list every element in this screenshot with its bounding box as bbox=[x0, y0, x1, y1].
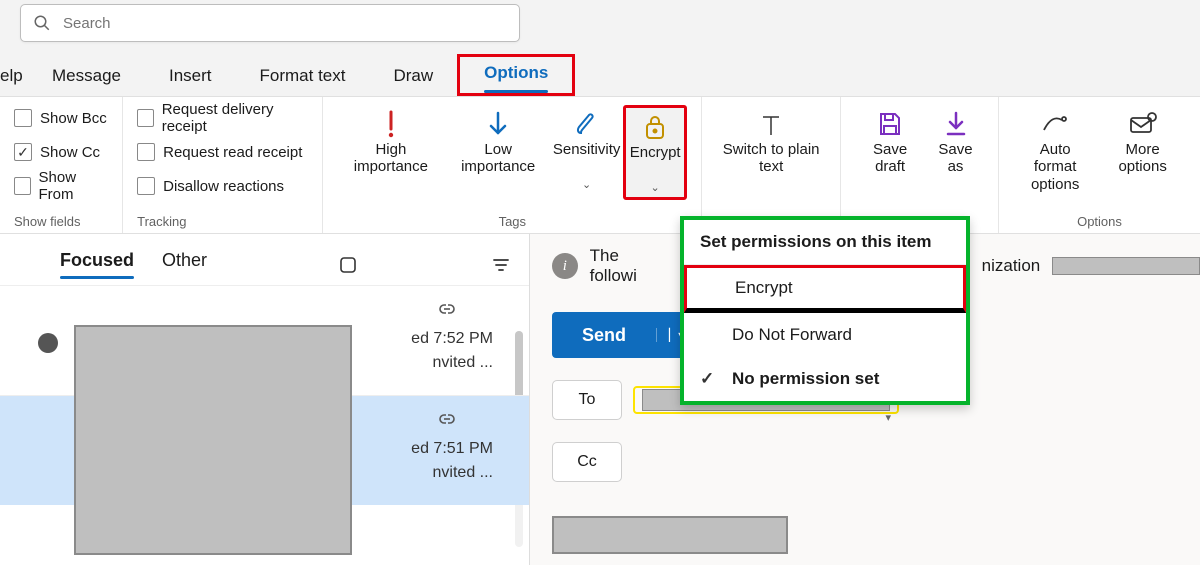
label: High importance bbox=[341, 141, 440, 177]
search-icon bbox=[33, 14, 51, 32]
label: Request read receipt bbox=[163, 144, 302, 161]
read-receipt-checkbox[interactable]: Request read receipt bbox=[137, 139, 308, 165]
switch-plain-text-button[interactable]: Switch to plain text bbox=[716, 105, 826, 179]
link-icon bbox=[437, 412, 457, 426]
message-list-pane: Focused Other ed 7:52 PM nvited ... ed 7… bbox=[0, 234, 530, 565]
autoformat-icon bbox=[1040, 107, 1070, 141]
info-text: The followi bbox=[590, 246, 670, 286]
label: Save draft bbox=[859, 141, 921, 177]
label: No permission set bbox=[732, 369, 879, 388]
message-preview: nvited ... bbox=[433, 354, 493, 372]
send-button[interactable]: Send ▏▾ bbox=[552, 312, 696, 358]
arrow-down-icon bbox=[486, 107, 510, 141]
sensitivity-button[interactable]: Sensitivity ⌄ bbox=[552, 105, 621, 194]
filter-icon[interactable] bbox=[489, 253, 513, 277]
link-icon bbox=[437, 302, 457, 316]
tab-insert[interactable]: Insert bbox=[145, 60, 236, 96]
label: Save as bbox=[931, 141, 980, 177]
save-draft-button[interactable]: Save draft bbox=[855, 105, 925, 179]
cc-button[interactable]: Cc bbox=[552, 442, 622, 482]
download-icon bbox=[944, 107, 968, 141]
redacted-area bbox=[1052, 257, 1200, 275]
high-importance-button[interactable]: High importance bbox=[337, 105, 444, 179]
lock-icon bbox=[641, 110, 669, 144]
to-button[interactable]: To bbox=[552, 380, 622, 420]
dropdown-item-encrypt[interactable]: Encrypt bbox=[684, 265, 966, 313]
disallow-reactions-checkbox[interactable]: Disallow reactions bbox=[137, 173, 308, 199]
delivery-receipt-checkbox[interactable]: Request delivery receipt bbox=[137, 105, 308, 131]
label: Encrypt bbox=[630, 144, 681, 180]
auto-format-options-button[interactable]: Auto format options bbox=[1013, 105, 1097, 195]
group-label-options: Options bbox=[1077, 212, 1122, 229]
mail-gear-icon bbox=[1128, 107, 1158, 141]
tab-format-text[interactable]: Format text bbox=[236, 60, 370, 96]
info-text-tail: nization bbox=[982, 256, 1041, 276]
brush-icon bbox=[573, 107, 601, 141]
ribbon-tabs: elp Message Insert Format text Draw Opti… bbox=[0, 44, 1200, 96]
info-icon: i bbox=[552, 253, 578, 279]
other-tab[interactable]: Other bbox=[162, 250, 207, 279]
label: Show Cc bbox=[40, 144, 100, 161]
redacted-area bbox=[74, 325, 352, 555]
chevron-down-icon: ⌄ bbox=[582, 179, 591, 192]
label: Auto format options bbox=[1017, 141, 1093, 193]
tab-options[interactable]: Options bbox=[457, 54, 575, 96]
search-input[interactable] bbox=[61, 14, 507, 33]
tab-draw[interactable]: Draw bbox=[369, 60, 457, 96]
save-icon bbox=[877, 107, 903, 141]
exclamation-icon bbox=[381, 107, 401, 141]
tab-help[interactable]: elp bbox=[0, 60, 28, 96]
dropdown-item-do-not-forward[interactable]: Do Not Forward bbox=[684, 313, 966, 357]
message-time: ed 7:51 PM bbox=[411, 440, 493, 458]
label: Show Bcc bbox=[40, 110, 107, 127]
search-box[interactable] bbox=[20, 4, 520, 42]
dropdown-title: Set permissions on this item bbox=[684, 220, 966, 265]
label: Request delivery receipt bbox=[162, 101, 309, 135]
send-label: Send bbox=[552, 325, 656, 346]
group-label-tags: Tags bbox=[499, 212, 526, 229]
save-as-button[interactable]: Save as bbox=[927, 105, 984, 179]
label: Disallow reactions bbox=[163, 178, 284, 195]
text-icon bbox=[757, 107, 785, 141]
group-label-tracking: Tracking bbox=[137, 212, 186, 229]
show-cc-checkbox[interactable]: Show Cc bbox=[14, 139, 108, 165]
encrypt-button[interactable]: Encrypt ⌄ bbox=[623, 105, 687, 200]
dropdown-item-no-permission[interactable]: ✓ No permission set bbox=[684, 357, 966, 401]
label: Show From bbox=[39, 169, 109, 203]
message-time: ed 7:52 PM bbox=[411, 330, 493, 348]
select-mode-icon[interactable] bbox=[336, 253, 360, 277]
encrypt-dropdown: Set permissions on this item Encrypt Do … bbox=[680, 216, 970, 405]
label: Sensitivity bbox=[553, 141, 621, 177]
focused-tab[interactable]: Focused bbox=[60, 250, 134, 279]
show-bcc-checkbox[interactable]: Show Bcc bbox=[14, 105, 108, 131]
label: Low importance bbox=[450, 141, 546, 177]
label: More options bbox=[1103, 141, 1182, 177]
show-from-checkbox[interactable]: Show From bbox=[14, 173, 108, 199]
tab-message[interactable]: Message bbox=[28, 60, 145, 96]
label: Switch to plain text bbox=[720, 141, 822, 177]
low-importance-button[interactable]: Low importance bbox=[446, 105, 550, 179]
check-icon: ✓ bbox=[700, 369, 714, 389]
group-label-show-fields: Show fields bbox=[14, 212, 80, 229]
chevron-down-icon: ⌄ bbox=[651, 182, 660, 195]
redacted-area bbox=[552, 516, 788, 554]
more-options-button[interactable]: More options bbox=[1099, 105, 1186, 179]
message-preview: nvited ... bbox=[433, 464, 493, 482]
ribbon: Show Bcc Show Cc Show From Show fields R… bbox=[0, 96, 1200, 234]
